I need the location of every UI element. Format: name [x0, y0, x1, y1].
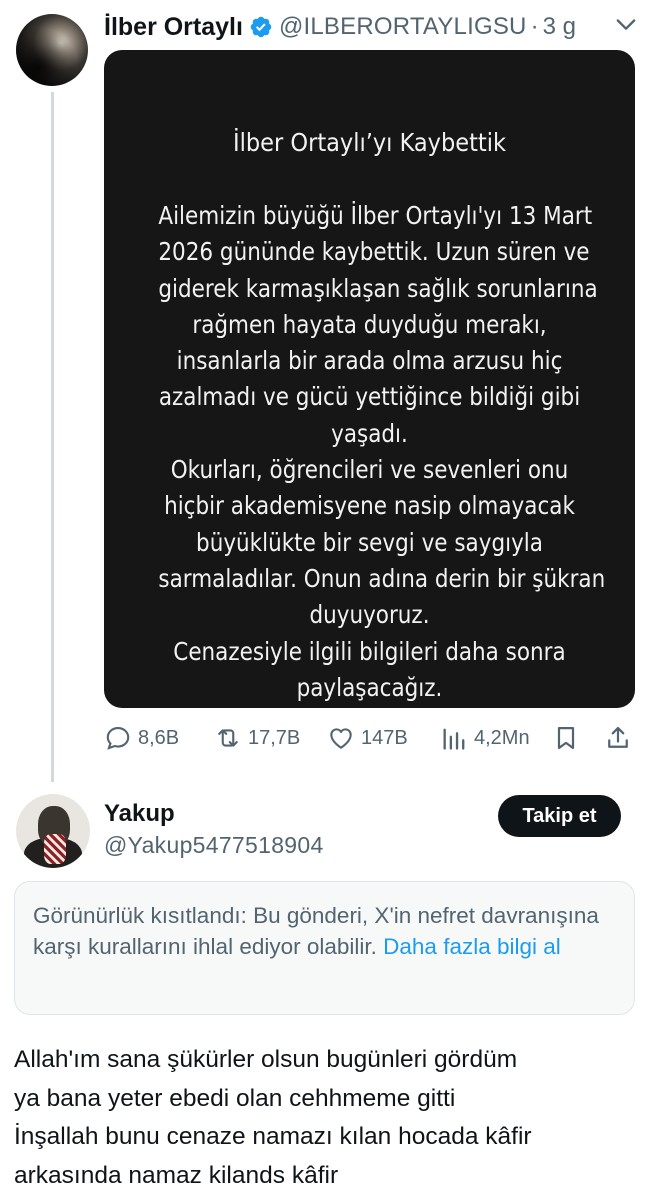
image-line: hiçbir akademisyene nasip olmayacak	[164, 491, 575, 521]
tweet-image[interactable]: İlber Ortaylı’yı Kaybettik Ailemizin büy…	[104, 50, 635, 708]
reply-text-line: Allah'ım sana şükürler olsun bugünleri g…	[14, 1046, 518, 1073]
notice-text: Görünürlük kısıtlandı: Bu gönderi, X'in …	[33, 900, 623, 962]
share-button[interactable]	[604, 720, 632, 756]
heart-icon	[330, 728, 352, 749]
reply-author-name[interactable]: Yakup	[104, 800, 175, 828]
avatar-scarf	[44, 834, 66, 864]
image-title: İlber Ortaylı’yı Kaybettik	[233, 128, 506, 157]
reply-author-avatar[interactable]	[16, 794, 90, 868]
verified-badge-icon	[250, 16, 272, 38]
reply-body-text: Allah'ım sana şükürler olsun bugünleri g…	[14, 1041, 644, 1195]
avatar-shading	[16, 14, 88, 86]
views-chart-icon	[443, 728, 465, 750]
reply-count: 8,6B	[138, 726, 180, 749]
repost-button[interactable]: 17,7B	[214, 720, 300, 756]
follow-button[interactable]: Takip et	[498, 795, 621, 837]
image-line: duyuyoruz.	[309, 600, 430, 630]
image-line: Cenazesiyle ilgili bilgileri daha sonra	[173, 636, 566, 666]
like-button[interactable]: 147B	[327, 720, 408, 756]
reply-icon	[106, 727, 130, 750]
tweet-timestamp[interactable]: 3 g	[543, 13, 576, 41]
more-options-icon[interactable]	[612, 10, 640, 38]
author-handle[interactable]: @ILBERORTAYLIGSU	[279, 13, 527, 41]
tweet-action-bar: 8,6B 17,7B 147B 4,2Mn	[104, 720, 635, 756]
image-line: azalmadı ve gücü yettiğince bildiği gibi	[158, 382, 581, 412]
image-body-text: Ailemizin büyüğü İlber Ortaylı'yı 13 Mar…	[124, 198, 615, 706]
author-name[interactable]: İlber Ortaylı	[104, 13, 243, 42]
image-line: yaşadı.	[331, 418, 408, 448]
header-separator: ·	[530, 13, 539, 40]
thread-connector-line	[51, 92, 54, 782]
views-button[interactable]: 4,2Mn	[440, 720, 530, 756]
image-line: sarmaladılar. Onun adına derin bir şükra…	[158, 563, 606, 593]
image-line: Ailemizin büyüğü İlber Ortaylı'yı 13 Mar…	[158, 201, 593, 230]
image-line: insanlarla bir arada olma arzusu hiç	[176, 346, 563, 376]
reply-author-handle[interactable]: @Yakup5477518904	[104, 832, 324, 859]
image-line: rağmen hayata duyduğu merakı,	[192, 309, 547, 339]
like-count: 147B	[361, 726, 408, 749]
share-icon	[608, 726, 628, 748]
bookmark-icon	[557, 726, 575, 750]
bookmark-button[interactable]	[552, 720, 580, 756]
author-avatar[interactable]	[16, 14, 88, 86]
repost-count: 17,7B	[248, 726, 301, 749]
reply-button[interactable]: 8,6B	[104, 720, 179, 756]
original-tweet[interactable]: İlber Ortaylı @ILBERORTAYLIGSU · 3 g İlb…	[0, 0, 650, 782]
reply-text-line: ya bana yeter ebedi olan cehhmeme gitti	[14, 1084, 456, 1112]
repost-icon	[218, 729, 238, 747]
image-line: paylaşacağız.	[296, 672, 443, 702]
image-line: Okurları, öğrencileri ve sevenleri onu	[170, 455, 569, 485]
visibility-limited-notice: Görünürlük kısıtlandı: Bu gönderi, X'in …	[14, 881, 635, 1015]
image-line: büyüklükte bir sevgi ve saygıyla	[196, 527, 543, 557]
learn-more-link[interactable]: Daha fazla bilgi al	[383, 934, 561, 959]
views-count: 4,2Mn	[474, 726, 530, 749]
tweet-header: İlber Ortaylı @ILBERORTAYLIGSU · 3 g	[104, 10, 576, 44]
reply-text-line: arkasında namaz kilands kâfir	[14, 1161, 339, 1189]
image-line: giderek karmaşıklaşan sağlık sorunlarına	[158, 273, 598, 303]
image-line: 2026 gününde kaybettik. Uzun süren ve	[158, 237, 590, 267]
reply-text-line: İnşallah bunu cenaze namazı kılan hocada…	[14, 1123, 532, 1150]
